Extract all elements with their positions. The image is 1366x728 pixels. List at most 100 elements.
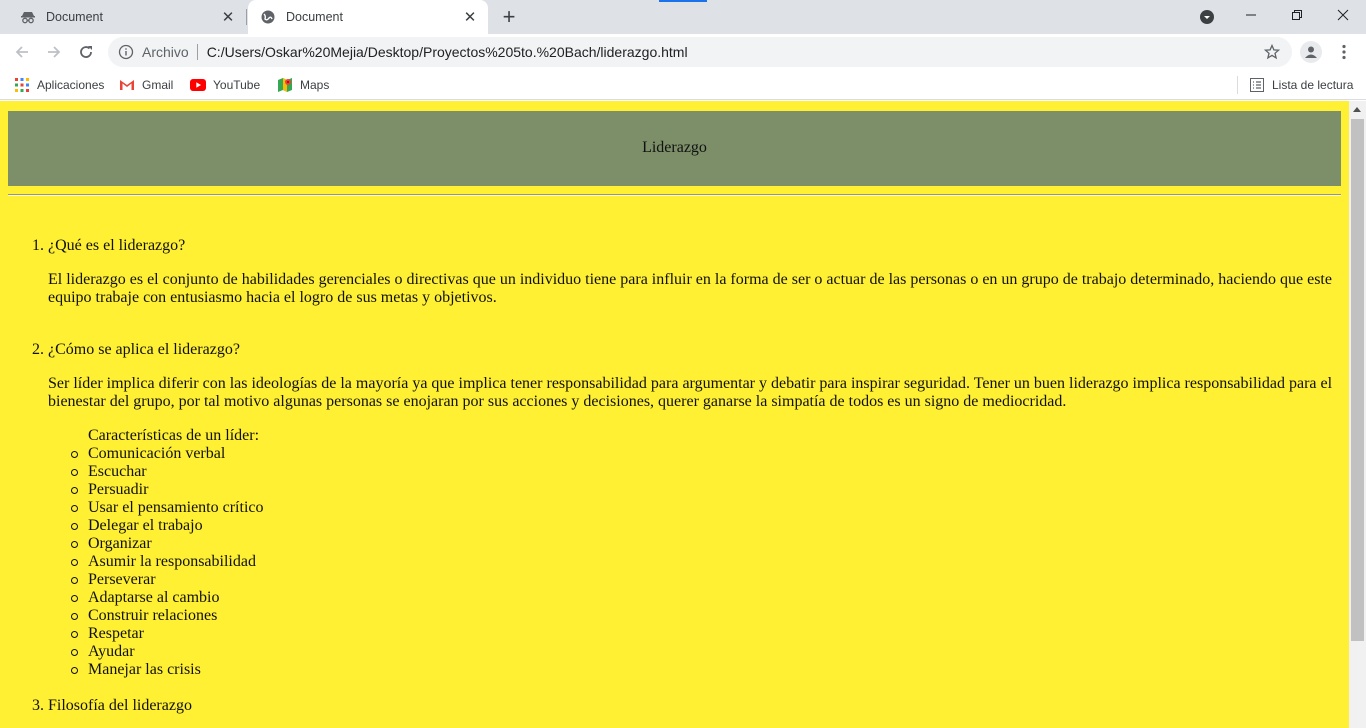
circle-bullet-icon [71, 541, 78, 548]
list-item: Persuadir [71, 481, 1338, 499]
restore-button[interactable] [1274, 0, 1320, 30]
list-heading: Características de un líder: [88, 427, 260, 444]
close-tab-icon[interactable]: ✕ [460, 7, 480, 27]
list-item: Delegar el trabajo [71, 517, 1338, 535]
close-window-button[interactable] [1320, 0, 1366, 30]
url-text[interactable]: C:/Users/Oskar%20Mejia/Desktop/Proyectos… [207, 44, 1262, 60]
browser-menu-button[interactable] [1334, 40, 1354, 64]
section-paragraph: El liderazgo es el conjunto de habilidad… [48, 271, 1332, 306]
section-paragraph: Ser líder implica diferir con las ideolo… [48, 375, 1333, 410]
bookmark-gmail[interactable]: Gmail [119, 76, 173, 94]
reload-icon [80, 46, 92, 58]
list-item: Ayudar [71, 643, 1338, 661]
close-tab-icon[interactable]: ✕ [218, 7, 238, 27]
minimize-button[interactable] [1228, 0, 1274, 30]
circle-bullet-icon [71, 631, 78, 638]
browser-toolbar: Archivo C:/Users/Oskar%20Mejia/Desktop/P… [0, 34, 1366, 70]
minimize-icon [1246, 14, 1256, 16]
leader-traits-list: Características de un líder: Comunicació… [71, 427, 1338, 679]
circle-bullet-icon [71, 451, 78, 458]
list-item: Respetar [71, 625, 1338, 643]
circle-bullet-icon [71, 523, 78, 530]
forward-button[interactable] [40, 38, 68, 66]
bookmark-aplicaciones[interactable]: Aplicaciones [14, 76, 104, 94]
reading-list-button[interactable]: Lista de lectura [1249, 76, 1353, 94]
list-item: Comunicación verbal [71, 445, 1338, 463]
bookmark-youtube[interactable]: YouTube [190, 76, 260, 94]
list-item-text: Manejar las crisis [88, 661, 201, 678]
page-viewport: Liderazgo 1. ¿Qué es el liderazgo? El li… [0, 101, 1349, 728]
list-item: Manejar las crisis [71, 661, 1338, 679]
reading-list-label: Lista de lectura [1272, 78, 1354, 92]
section-title: ¿Cómo se aplica el liderazgo? [48, 341, 240, 358]
reading-list-icon [1249, 77, 1265, 93]
circle-bullet-icon [71, 667, 78, 674]
bookmark-star-button[interactable] [1262, 42, 1282, 62]
bookmark-label: Gmail [142, 78, 174, 92]
tab-document-2[interactable]: Document ✕ [248, 0, 488, 34]
arrow-left-icon [15, 46, 28, 58]
info-icon[interactable] [118, 44, 134, 60]
tab-search-button[interactable] [1196, 6, 1218, 28]
section-number: 1. [32, 237, 44, 254]
list-item: Asumir la responsabilidad [71, 553, 1338, 571]
bookmark-label: Maps [300, 78, 330, 92]
reload-button[interactable] [72, 38, 100, 66]
horizontal-rule [8, 194, 1341, 196]
gmail-icon [119, 77, 135, 93]
section-title: ¿Qué es el liderazgo? [48, 237, 186, 254]
bookmark-maps[interactable]: Maps [277, 76, 329, 94]
new-tab-button[interactable]: + [497, 4, 521, 29]
page-title: Liderazgo [642, 139, 707, 156]
tab-document-1[interactable]: Document ✕ [8, 0, 246, 34]
circle-bullet-icon [71, 469, 78, 476]
list-item-text: Perseverar [88, 571, 156, 588]
list-item-text: Ayudar [88, 643, 135, 660]
tab-title: Document [46, 10, 103, 24]
list-item-text: Adaptarse al cambio [88, 589, 220, 606]
list-item-text: Asumir la responsabilidad [88, 553, 256, 570]
scheme-label: Archivo [142, 44, 189, 60]
bookmarks-bar: Aplicaciones Gmail YouTube Maps Lista de… [0, 70, 1366, 100]
incognito-icon [20, 9, 36, 25]
page-header: Liderazgo [8, 111, 1341, 186]
list-item-text: Usar el pensamiento crítico [88, 499, 264, 516]
chevron-down-icon [1200, 10, 1214, 24]
circle-bullet-icon [71, 577, 78, 584]
section-number: 2. [32, 341, 44, 358]
section-number: 3. [32, 697, 44, 714]
page-scrollbar[interactable] [1349, 101, 1366, 728]
list-item: Perseverar [71, 571, 1338, 589]
bookmark-label: Aplicaciones [37, 78, 105, 92]
star-icon [1264, 44, 1280, 60]
restore-icon [1292, 10, 1302, 20]
profile-button[interactable] [1300, 41, 1322, 63]
list-item: Escuchar [71, 463, 1338, 481]
back-button[interactable] [8, 38, 36, 66]
list-item-text: Delegar el trabajo [88, 517, 203, 534]
list-item: Adaptarse al cambio [71, 589, 1338, 607]
circle-bullet-icon [71, 649, 78, 656]
circle-bullet-icon [71, 487, 78, 494]
apps-grid-icon [14, 77, 30, 93]
globe-icon [260, 9, 276, 25]
section-title: Filosofía del liderazgo [48, 697, 192, 714]
youtube-icon [190, 77, 206, 93]
omnibox-divider [196, 44, 198, 60]
list-item-text: Comunicación verbal [88, 445, 226, 462]
scrollbar-thumb[interactable] [1351, 119, 1364, 641]
tab-separator [246, 9, 247, 25]
scroll-up-arrow-icon[interactable] [1353, 107, 1361, 112]
address-bar[interactable]: Archivo C:/Users/Oskar%20Mejia/Desktop/P… [108, 37, 1292, 67]
tab-strip-accent [659, 0, 707, 2]
circle-bullet-icon [71, 595, 78, 602]
bookmark-label: YouTube [213, 78, 261, 92]
list-item: Usar el pensamiento crítico [71, 499, 1338, 517]
section-1: 1. ¿Qué es el liderazgo? El liderazgo es… [32, 237, 1338, 307]
list-item-text: Organizar [88, 535, 152, 552]
close-icon [1337, 9, 1349, 21]
person-icon [1305, 46, 1317, 58]
more-vert-icon [1342, 44, 1346, 60]
list-item-text: Respetar [88, 625, 144, 642]
tab-title: Document [286, 10, 343, 24]
